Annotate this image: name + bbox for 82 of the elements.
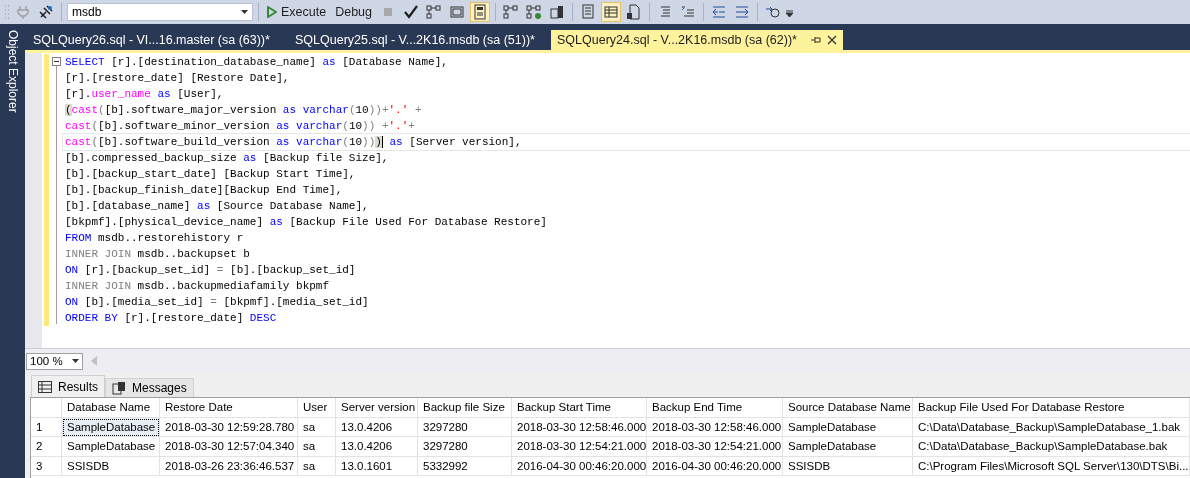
caret-icon	[72, 359, 79, 363]
table-cell: SampleDatabase	[783, 437, 913, 457]
table-cell: 2016-04-30 00:46:20.000	[512, 456, 647, 476]
document-tab[interactable]: SQLQuery26.sql - VI...16.master (sa (63))*	[27, 30, 289, 50]
document-tab[interactable]: SQLQuery25.sql - V...2K16.msdb (sa (51))*	[289, 30, 551, 50]
tree-icon[interactable]	[501, 2, 521, 22]
overflow-icon[interactable]	[786, 7, 794, 17]
pin-icon[interactable]	[810, 35, 821, 45]
document-tab[interactable]: SQLQuery24.sql - V...2K16.msdb (sa (62))*	[551, 30, 843, 50]
code-line: ON [r].[backup_set_id] = [b].[backup_set_id]	[64, 263, 357, 278]
zoom-dropdown[interactable]: 100 %	[26, 352, 83, 370]
table-cell: SSISDB	[783, 456, 913, 476]
code-line: [r].[restore_date] [Restore Date],	[64, 71, 291, 86]
code-line: ON [b].[media_set_id] = [bkpmf].[media_set_id]	[64, 295, 370, 310]
code-line: cast([b].software_build_version as varchar(10))) as [Server version],	[63, 134, 1190, 150]
column-header[interactable]: Backup File Used For Database Restore	[913, 398, 1190, 418]
table-cell: 5332992	[418, 456, 512, 476]
table-cell: 2018-03-30 12:58:46.000	[647, 417, 783, 437]
row-number: 2	[31, 437, 62, 457]
table-cell: SSISDB	[62, 456, 160, 476]
messages-icon	[112, 381, 126, 395]
table-cell: 13.0.1601	[336, 456, 418, 476]
column-header[interactable]: Restore Date	[160, 398, 298, 418]
collapse-icon[interactable]	[51, 57, 61, 66]
code-line: INNER JOIN msdb..backupmediafamily bkpmf	[64, 279, 331, 294]
results-tab[interactable]: Messages	[105, 378, 194, 397]
table-cell: sa	[298, 456, 336, 476]
table-cell: 2016-04-30 00:46:20.000	[647, 456, 783, 476]
column-header[interactable]: Backup End Time	[647, 398, 783, 418]
code-line: INNER JOIN msdb..backupset b	[64, 247, 251, 262]
column-header[interactable]: Database Name	[62, 398, 160, 418]
table-cell: 2018-03-30 12:59:28.780	[160, 417, 298, 437]
table-cell: 2018-03-30 12:54:21.000	[647, 437, 783, 457]
tree-icon[interactable]	[524, 2, 544, 22]
table-cell: 13.0.4206	[336, 437, 418, 457]
table-cell: SampleDatabase	[62, 417, 160, 437]
column-header[interactable]: Server version	[336, 398, 418, 418]
code-line: [b].compressed_backup_size as [Backup file Size],	[64, 151, 390, 166]
table-cell: sa	[298, 417, 336, 437]
column-header[interactable]: Source Database Name	[783, 398, 913, 418]
caret-icon	[241, 10, 248, 14]
code-line: cast([b].software_minor_version as varchar(10)) +'.'+	[64, 119, 416, 134]
table-cell: C:\Program Files\Microsoft SQL Server\130\DTS\Bi...	[913, 456, 1190, 476]
table-cell: SampleDatabase	[783, 417, 913, 437]
tree-icon[interactable]	[424, 2, 444, 22]
code-line: [b].[backup_start_date] [Backup Start Time],	[64, 167, 357, 182]
code-line: [bkpmf].[physical_device_name] as [Backup File Used For Database Restore]	[64, 215, 548, 230]
execute-button[interactable]: Execute	[264, 2, 330, 22]
table-cell: SampleDatabase	[62, 437, 160, 457]
code-line: SELECT [r].[destination_database_name] as [Database Name],	[64, 55, 449, 70]
grid-corner	[31, 398, 62, 418]
code-line: [r].user_name as [User],	[64, 87, 225, 102]
database-dropdown[interactable]: msdb	[67, 3, 253, 21]
row-number: 3	[31, 456, 62, 476]
column-header[interactable]: Backup Start Time	[512, 398, 647, 418]
play-icon	[267, 6, 277, 18]
debug-button[interactable]: Debug	[332, 2, 375, 22]
calculator-icon[interactable]	[470, 2, 490, 22]
table-cell: C:\Data\Database_Backup\SampleDatabase_1.bak	[913, 417, 1190, 437]
code-line: FROM msdb..restorehistory r	[64, 231, 245, 246]
close-icon[interactable]	[826, 35, 837, 45]
table-cell: 2018-03-30 12:54:21.000	[512, 437, 647, 457]
column-header[interactable]: Backup file Size	[418, 398, 512, 418]
object-explorer-tab[interactable]: Object Explorer	[5, 30, 20, 113]
table-cell: sa	[298, 437, 336, 457]
grid-icon[interactable]	[601, 2, 621, 22]
code-line: ORDER BY [r].[restore_date] DESC	[64, 311, 278, 326]
code-line: [b].[backup_finish_date][Backup End Time],	[64, 183, 344, 198]
code-editor[interactable]	[25, 50, 1190, 348]
table-cell: 2018-03-30 12:57:04.340	[160, 437, 298, 457]
grid-icon	[38, 380, 52, 393]
grip-icon	[4, 4, 10, 20]
table-cell: 2018-03-26 23:36:46.537	[160, 456, 298, 476]
table-cell: 3297280	[418, 437, 512, 457]
table-cell: C:\Data\Database_Backup\SampleDatabase.bak	[913, 437, 1190, 457]
table-cell: 2018-03-30 12:58:46.000	[512, 417, 647, 437]
code-line: [b].[database_name] as [Source Database Name],	[64, 199, 370, 214]
column-header[interactable]: User	[298, 398, 336, 418]
code-line: (cast([b].software_major_version as varchar(10))+'.' +	[64, 103, 423, 118]
table-cell: 13.0.4206	[336, 417, 418, 437]
table-cell: 3297280	[418, 417, 512, 437]
results-tab[interactable]: Results	[31, 375, 105, 397]
